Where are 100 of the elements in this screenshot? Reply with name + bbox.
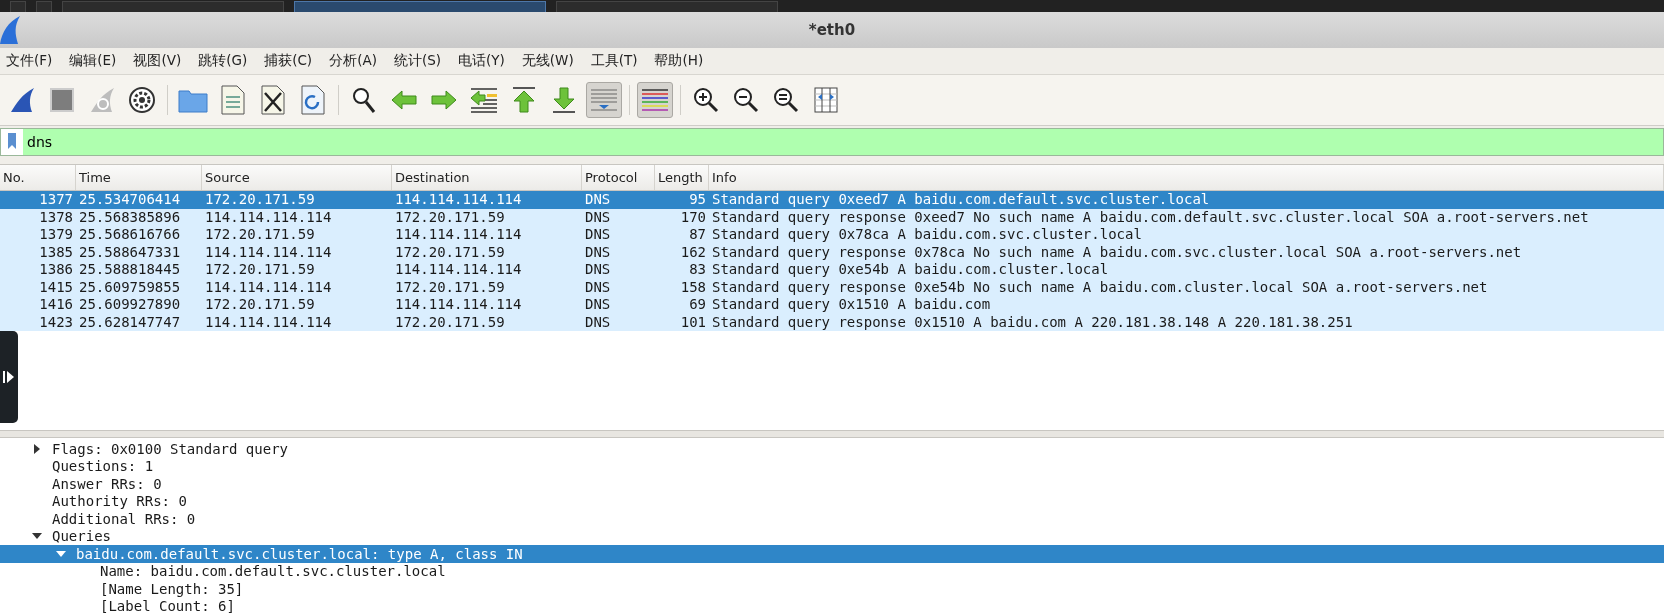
table-cell-text: 1377 xyxy=(38,191,74,209)
table-cell-text: 95 xyxy=(688,191,707,209)
arrow-left-icon xyxy=(390,89,418,111)
autoscroll-icon xyxy=(589,86,619,114)
menu-item[interactable]: 无线(W) xyxy=(521,52,574,70)
menu-item[interactable]: 工具(T) xyxy=(590,52,638,70)
menu-item[interactable]: 分析(A) xyxy=(329,52,377,70)
table-cell-text: 172.20.171.59 xyxy=(394,278,506,296)
detail-row[interactable]: baidu.com.default.svc.cluster.local: type A, class IN xyxy=(0,545,1664,563)
column-header[interactable]: Length xyxy=(655,165,709,190)
table-cell-text: 172.20.171.59 xyxy=(204,296,316,314)
table-cell-text: Standard query response 0x78ca No such name A baidu.com.svc.cluster.local SOA a.root-servers.net xyxy=(711,243,1523,261)
table-cell-text: DNS xyxy=(584,208,612,226)
expand-arrows-icon xyxy=(3,369,15,385)
column-header[interactable]: No. xyxy=(0,165,76,190)
table-cell-text: DNS xyxy=(584,278,612,296)
table-cell-text: 25.568385896 xyxy=(78,208,182,226)
table-cell-text: 69 xyxy=(688,296,707,314)
arrow-up-icon xyxy=(511,86,537,114)
table-cell-text: 114.114.114.114 xyxy=(394,296,523,314)
table-cell-text: 114.114.114.114 xyxy=(394,261,523,279)
table-cell-text: DNS xyxy=(584,296,612,314)
table-cell-text: 114.114.114.114 xyxy=(394,226,523,244)
table-cell-text: 1423 xyxy=(38,313,74,331)
detail-row[interactable]: Authority RRs: 0 xyxy=(0,492,1664,510)
menu-item[interactable]: 捕获(C) xyxy=(264,52,313,70)
table-cell-text: 172.20.171.59 xyxy=(204,226,316,244)
table-cell-text: 1415 xyxy=(38,278,74,296)
resize-columns-icon xyxy=(812,86,840,114)
gear-icon xyxy=(128,86,156,114)
menu-item[interactable]: 统计(S) xyxy=(393,52,442,70)
table-cell-text: Standard query 0xe54b A baidu.com.cluster.local xyxy=(711,261,1110,279)
table-cell-text: Standard query 0xeed7 A baidu.com.default.svc.cluster.local xyxy=(711,191,1211,209)
table-cell-text: 87 xyxy=(688,226,707,244)
table-cell-text: 114.114.114.114 xyxy=(394,191,523,209)
go-to-line-icon xyxy=(469,86,499,114)
table-cell-text: 172.20.171.59 xyxy=(394,243,506,261)
column-header[interactable]: Source xyxy=(202,165,392,190)
table-cell-text: 1378 xyxy=(38,208,74,226)
column-header[interactable]: Destination xyxy=(392,165,582,190)
column-header[interactable]: Protocol xyxy=(582,165,655,190)
detail-row[interactable]: [Name Length: 35] xyxy=(0,580,1664,598)
table-cell-text: 1385 xyxy=(38,243,74,261)
detail-row[interactable]: Questions: 1 xyxy=(0,457,1664,475)
menu-item[interactable]: 帮助(H) xyxy=(654,52,704,70)
zoom-reset-icon xyxy=(772,86,800,114)
table-cell-text: 1416 xyxy=(38,296,74,314)
column-header[interactable]: Time xyxy=(76,165,202,190)
table-cell-text: Standard query 0x78ca A baidu.com.svc.cluster.local xyxy=(711,226,1143,244)
table-cell-text: 114.114.114.114 xyxy=(204,243,333,261)
zoom-out-icon xyxy=(732,86,760,114)
packet-row[interactable]: 1377 25.534706414 172.20.171.59 114.114.114.114 DNS 95 Standard query 0xeed7 A baidu.com.default.svc.cluster.local xyxy=(0,191,1664,209)
menu-item[interactable]: 跳转(G) xyxy=(198,52,248,70)
packet-row[interactable]: 1416 25.609927890 172.20.171.59 114.114.114.114 DNS 69 Standard query 0x1510 A baidu.com xyxy=(0,296,1664,314)
menu-item[interactable]: 编辑(E) xyxy=(69,52,117,70)
table-cell-text: 25.609927890 xyxy=(78,296,182,314)
table-cell-text: 114.114.114.114 xyxy=(204,208,333,226)
table-cell-text: 172.20.171.59 xyxy=(394,313,506,331)
table-cell-text: 25.628147747 xyxy=(78,313,182,331)
table-cell-text: DNS xyxy=(584,313,612,331)
side-panel-handle[interactable] xyxy=(0,331,18,423)
detail-row[interactable]: Flags: 0x0100 Standard query xyxy=(0,440,1664,458)
table-cell-text: Standard query 0x1510 A baidu.com xyxy=(711,296,992,314)
display-filter-field[interactable]: dns xyxy=(23,129,1663,155)
packet-row[interactable]: 1386 25.588818445 172.20.171.59 114.114.114.114 DNS 83 Standard query 0xe54b A baidu.com.cluster.local xyxy=(0,261,1664,279)
shark-fin-icon xyxy=(0,16,22,44)
menu-item[interactable]: 文件(F) xyxy=(6,52,53,70)
table-cell-text: 101 xyxy=(679,313,707,331)
table-cell-text: 25.588818445 xyxy=(78,261,182,279)
table-cell-text: DNS xyxy=(584,191,612,209)
table-cell-text: 25.588647331 xyxy=(78,243,182,261)
file-icon xyxy=(221,85,245,115)
table-cell-text: 172.20.171.59 xyxy=(394,208,506,226)
packet-row[interactable]: 1379 25.568616766 172.20.171.59 114.114.114.114 DNS 87 Standard query 0x78ca A baidu.com.svc.cluster.local xyxy=(0,226,1664,244)
menu-item[interactable]: 视图(V) xyxy=(133,52,182,70)
shark-fin-icon xyxy=(8,86,36,114)
table-cell-text: 114.114.114.114 xyxy=(204,313,333,331)
arrow-down-icon xyxy=(551,86,577,114)
close-file-icon xyxy=(261,85,285,115)
detail-row[interactable]: Answer RRs: 0 xyxy=(0,475,1664,493)
table-cell-text: 162 xyxy=(679,243,707,261)
table-cell-text: Standard query response 0xeed7 No such name A baidu.com.default.svc.cluster.local SOA a.root-servers.net xyxy=(711,208,1590,226)
table-cell-text: 172.20.171.59 xyxy=(204,191,316,209)
window-title: *eth0 xyxy=(807,21,857,39)
detail-row[interactable]: Additional RRs: 0 xyxy=(0,510,1664,528)
detail-row[interactable]: Queries xyxy=(0,527,1664,545)
table-cell-text: Standard query response 0xe54b No such name A baidu.com.cluster.local SOA a.root-servers.net xyxy=(711,278,1489,296)
table-cell-text: 114.114.114.114 xyxy=(204,278,333,296)
arrow-right-icon xyxy=(430,89,458,111)
table-cell-text: 172.20.171.59 xyxy=(204,261,316,279)
detail-row[interactable]: [Label Count: 6] xyxy=(0,597,1664,613)
collapsed-arrow-icon[interactable] xyxy=(32,443,42,454)
folder-icon xyxy=(178,87,208,113)
column-header[interactable]: Info xyxy=(709,165,1664,190)
restart-fin-icon xyxy=(88,86,116,114)
detail-row[interactable]: Name: baidu.com.default.svc.cluster.local xyxy=(0,562,1664,580)
menu-item[interactable]: 电话(Y) xyxy=(458,52,505,70)
colorize-icon xyxy=(640,86,670,114)
table-cell-text: 170 xyxy=(679,208,707,226)
table-cell-text: 25.568616766 xyxy=(78,226,182,244)
